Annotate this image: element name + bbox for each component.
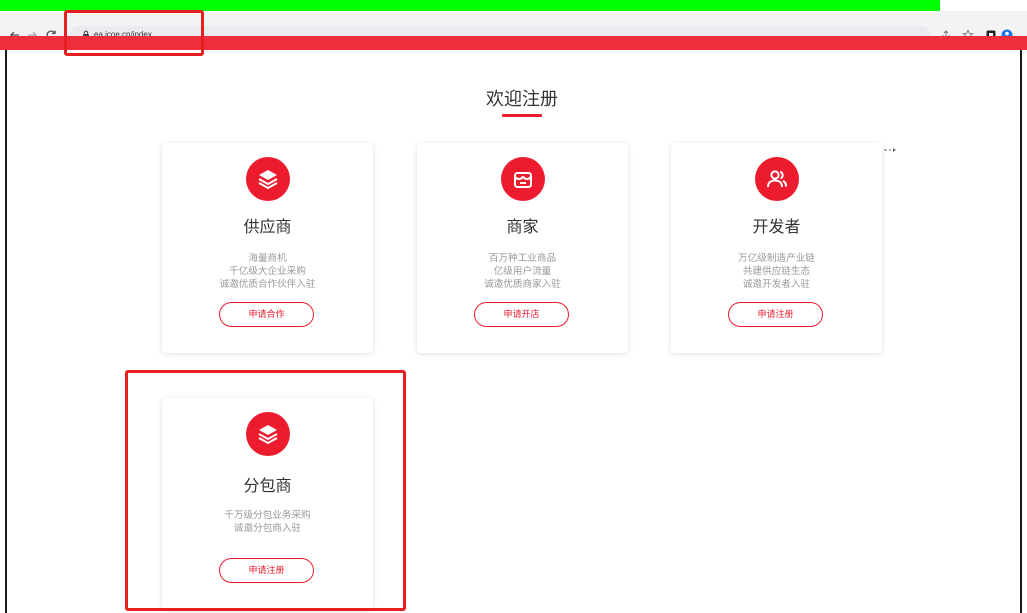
description-line: 海量商机 bbox=[248, 253, 287, 264]
frame-border-right bbox=[1020, 50, 1022, 613]
description-line: 万亿级制造产业链 bbox=[738, 253, 815, 264]
users-icon bbox=[755, 157, 799, 201]
description-line: 共建供应链生态 bbox=[742, 266, 811, 277]
annotation-box-url bbox=[64, 10, 204, 56]
arrow-icon bbox=[884, 148, 896, 152]
apply-register-button[interactable]: 申请注册 bbox=[728, 302, 823, 327]
frame-border-left bbox=[5, 50, 7, 613]
card-developer: 开发者 万亿级制造产业链 共建供应链生态 诚邀开发者入驻 申请注册 bbox=[671, 143, 882, 353]
apply-cooperation-button[interactable]: 申请合作 bbox=[219, 302, 314, 327]
store-icon bbox=[501, 157, 545, 201]
description-line: 亿级用户流量 bbox=[493, 266, 552, 277]
title-underline bbox=[502, 114, 542, 117]
card-title: 供应商 bbox=[243, 219, 292, 236]
card-description: 海量商机 千亿级大企业采购 诚邀优质合作伙伴入驻 bbox=[162, 252, 373, 291]
description-line: 诚邀优质合作伙伴入驻 bbox=[219, 279, 316, 290]
layers-icon bbox=[246, 157, 290, 201]
page-title: 欢迎注册 bbox=[486, 89, 558, 109]
card-description: 万亿级制造产业链 共建供应链生态 诚邀开发者入驻 bbox=[671, 252, 882, 291]
annotation-box-subcontractor bbox=[125, 370, 406, 611]
description-line: 百万种工业商品 bbox=[488, 253, 557, 264]
description-line: 诚邀开发者入驻 bbox=[742, 279, 811, 290]
card-description: 百万种工业商品 亿级用户流量 诚邀优质商家入驻 bbox=[417, 252, 628, 291]
open-store-button[interactable]: 申请开店 bbox=[474, 302, 569, 327]
card-merchant: 商家 百万种工业商品 亿级用户流量 诚邀优质商家入驻 申请开店 bbox=[417, 143, 628, 353]
card-title: 商家 bbox=[506, 219, 539, 236]
card-supplier: 供应商 海量商机 千亿级大企业采购 诚邀优质合作伙伴入驻 申请合作 bbox=[162, 143, 373, 353]
card-title: 开发者 bbox=[752, 219, 801, 236]
description-line: 诚邀优质商家入驻 bbox=[484, 279, 561, 290]
description-line: 千亿级大企业采购 bbox=[229, 266, 306, 277]
